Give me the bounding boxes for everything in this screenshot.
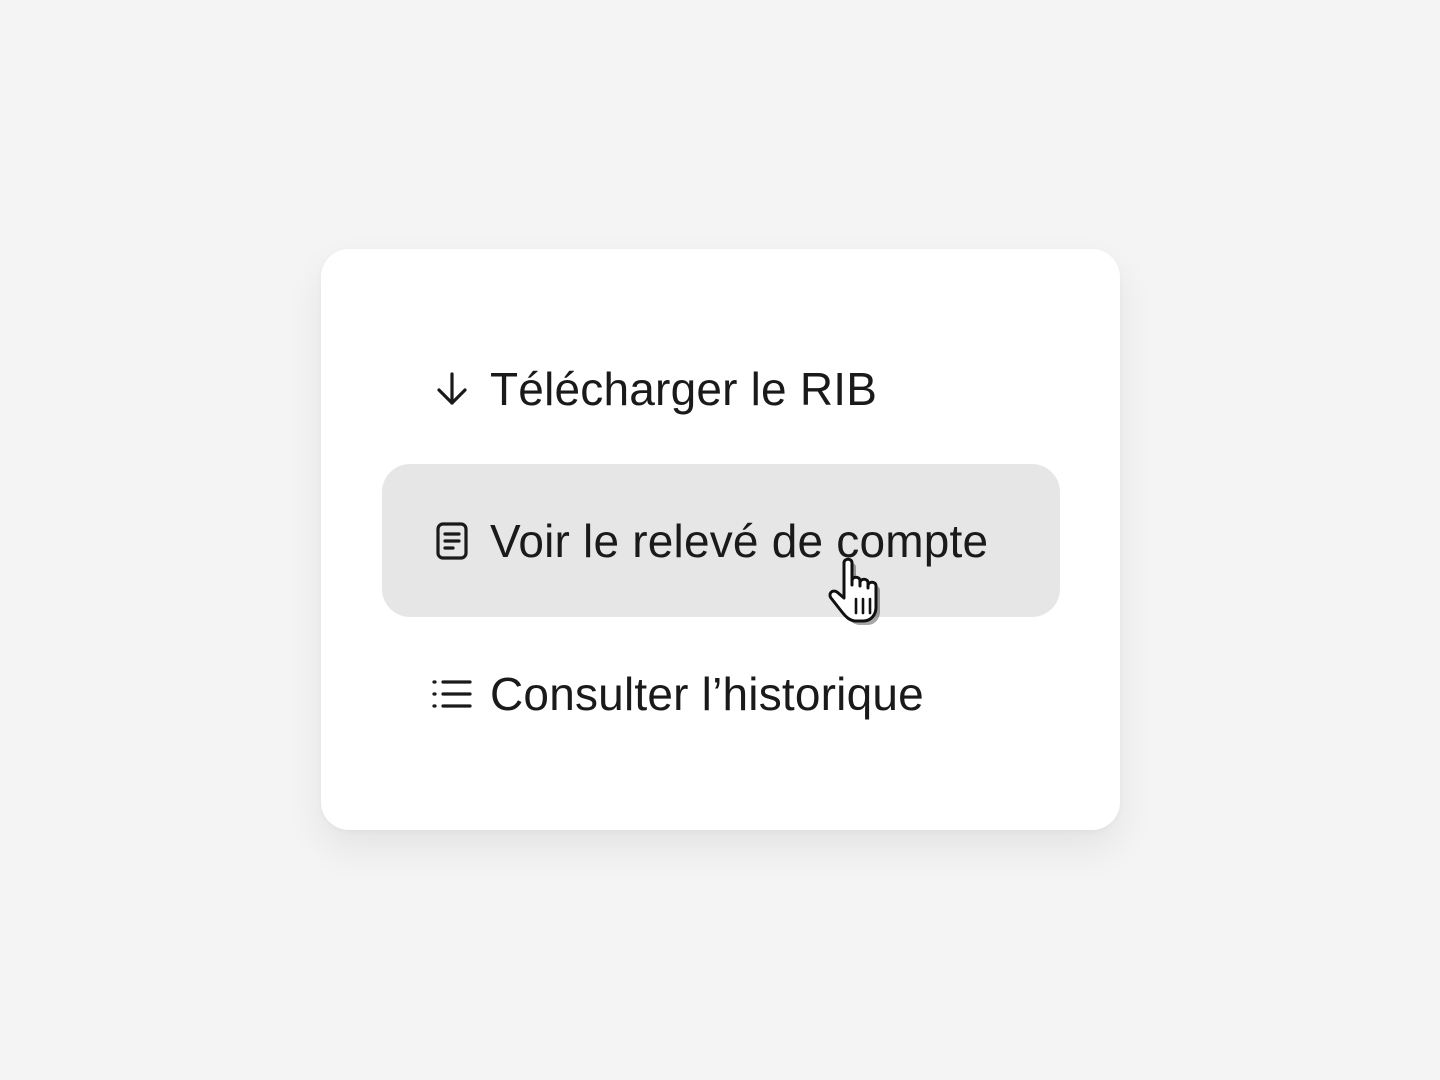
list-icon: [430, 672, 474, 716]
menu-item-label: Télécharger le RIB: [490, 362, 878, 415]
document-icon: [430, 519, 474, 563]
menu-item-label: Consulter l’historique: [490, 667, 924, 720]
menu-item-history[interactable]: Consulter l’historique: [382, 617, 1060, 770]
menu-item-download-rib[interactable]: Télécharger le RIB: [382, 312, 1060, 465]
actions-menu: Télécharger le RIB Voir le relevé de com…: [321, 249, 1120, 830]
menu-item-view-statement[interactable]: Voir le relevé de compte: [382, 464, 1060, 617]
menu-item-label: Voir le relevé de compte: [490, 514, 989, 567]
arrow-down-icon: [430, 367, 474, 411]
